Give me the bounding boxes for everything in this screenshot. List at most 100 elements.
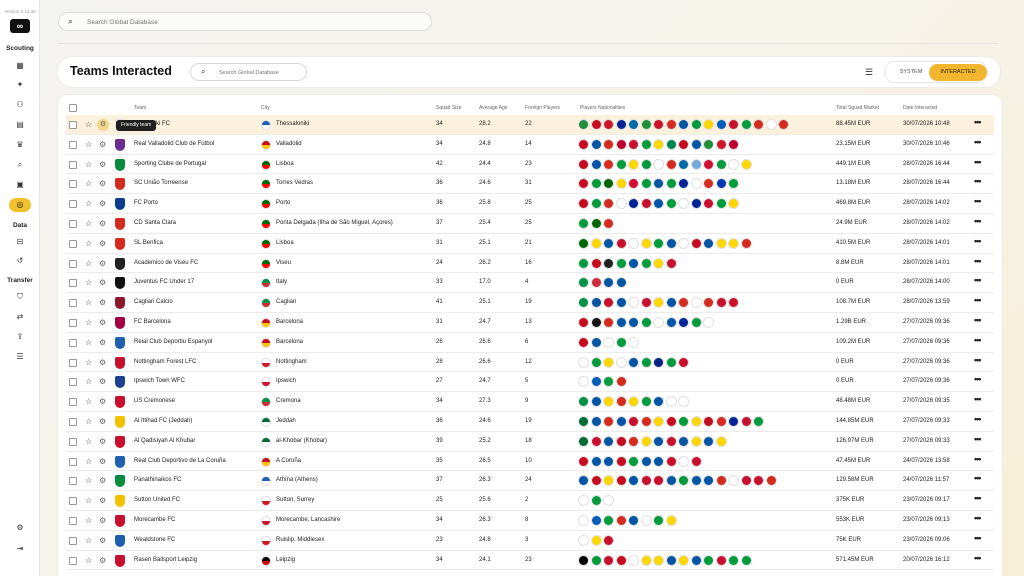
- friendly-icon[interactable]: ⚙: [99, 239, 106, 248]
- toggle-interacted[interactable]: INTERACTED: [929, 64, 987, 81]
- team-name[interactable]: Nottingham Forest LFC: [134, 359, 196, 365]
- teams-icon[interactable]: ◎: [9, 198, 31, 212]
- more-options-icon[interactable]: •••: [974, 176, 982, 186]
- friendly-icon[interactable]: ⚙: [99, 160, 106, 169]
- row-checkbox[interactable]: [69, 299, 77, 308]
- star-icon[interactable]: ☆: [85, 278, 92, 287]
- table-row[interactable]: ☆ ⚙ Wealdstone FC Ruislip, Middlesex 23 24.8 3…: [66, 531, 994, 551]
- toggle-system[interactable]: SYSTEM: [891, 65, 931, 80]
- friendly-icon[interactable]: ⚙: [99, 457, 106, 466]
- table-row[interactable]: ☆ ⚙ SC União Torreense Torres Vedras 36 24.6 3…: [66, 174, 994, 195]
- table-row[interactable]: ☆⚙essaloniki FCThessaloniki3428.22288.45…: [66, 115, 994, 135]
- team-name[interactable]: Al Qadisiyah Al Khubar: [134, 438, 195, 444]
- table-row[interactable]: ☆ ⚙ Real Club Deportivo de La Coruña A Coru…: [66, 452, 994, 472]
- table-row[interactable]: ☆ ⚙ Sporting Clube de Portugal Lisboa 42 24.4…: [66, 155, 994, 175]
- star-icon[interactable]: ☆: [85, 358, 92, 367]
- friendly-icon[interactable]: ⚙: [99, 556, 106, 565]
- header-search-input[interactable]: [219, 67, 303, 78]
- row-checkbox[interactable]: [69, 140, 77, 149]
- calendar-icon[interactable]: ▣: [9, 178, 31, 192]
- team-name[interactable]: Juventus FC Under 17: [134, 279, 194, 285]
- col-team[interactable]: Team: [134, 105, 146, 111]
- more-options-icon[interactable]: •••: [974, 196, 982, 206]
- star-icon[interactable]: ☆: [85, 496, 92, 505]
- team-name[interactable]: Wealdstone FC: [134, 537, 175, 543]
- star-icon[interactable]: ☆: [85, 199, 92, 208]
- star-icon[interactable]: ☆: [85, 120, 92, 129]
- logout-icon[interactable]: ⇥: [9, 542, 31, 556]
- star-icon[interactable]: ☆: [85, 536, 92, 545]
- more-options-icon[interactable]: •••: [974, 157, 982, 167]
- star-icon[interactable]: ☆: [85, 377, 92, 386]
- database-icon[interactable]: ⊟: [9, 235, 31, 249]
- friendly-icon[interactable]: ⚙: [99, 358, 106, 367]
- star-icon[interactable]: ☆: [85, 298, 92, 307]
- row-checkbox[interactable]: [69, 239, 77, 248]
- table-row[interactable]: ☆ ⚙ Rasen Ballsport Leipzig Leipzig 34 24.1 23…: [66, 551, 994, 571]
- friendly-icon[interactable]: ⚙: [99, 536, 106, 545]
- row-checkbox[interactable]: [69, 556, 77, 565]
- team-name[interactable]: Rasen Ballsport Leipzig: [134, 557, 197, 563]
- notes-icon[interactable]: ☰: [9, 350, 31, 364]
- star-icon[interactable]: ☆: [85, 437, 92, 446]
- app-logo[interactable]: ∞: [10, 19, 30, 33]
- more-options-icon[interactable]: •••: [974, 137, 982, 147]
- team-name[interactable]: Reial Club Deportiu Espanyol: [134, 339, 212, 345]
- table-row[interactable]: ☆ ⚙ Reial Club Deportiu Espanyol Barcelona 2…: [66, 333, 994, 353]
- history-icon[interactable]: ↺: [9, 254, 31, 268]
- row-checkbox[interactable]: [69, 497, 77, 506]
- more-options-icon[interactable]: •••: [974, 434, 982, 444]
- row-checkbox[interactable]: [69, 437, 77, 446]
- star-icon[interactable]: ☆: [85, 318, 92, 327]
- more-options-icon[interactable]: •••: [974, 493, 982, 503]
- users-icon[interactable]: ⚇: [9, 98, 31, 112]
- team-name[interactable]: Panathinaikos FC: [134, 477, 181, 483]
- star-icon[interactable]: ☆: [85, 140, 92, 149]
- table-row[interactable]: ☆ ⚙ Al Qadisiyah Al Khubar al-Khobar (Khoba…: [66, 432, 994, 452]
- star-icon[interactable]: ☆: [85, 556, 92, 565]
- team-name[interactable]: Sporting Clube de Portugal: [134, 161, 206, 167]
- friendly-icon[interactable]: ⚙: [99, 496, 106, 505]
- row-checkbox[interactable]: [69, 180, 77, 189]
- team-name[interactable]: SL Benfica: [134, 240, 163, 246]
- row-checkbox[interactable]: [69, 220, 77, 228]
- report-icon[interactable]: ▤: [9, 118, 31, 132]
- search-scout-icon[interactable]: ⌕: [9, 158, 31, 172]
- col-market[interactable]: Total Squad Market: [836, 105, 879, 111]
- team-name[interactable]: SC União Torreense: [134, 180, 188, 186]
- trophy-icon[interactable]: ♛: [9, 138, 31, 152]
- friendly-icon[interactable]: ⚙: [99, 199, 106, 208]
- global-search-bar[interactable]: ⌕: [58, 12, 432, 31]
- more-options-icon[interactable]: •••: [974, 256, 982, 266]
- settings-sliders-icon[interactable]: ⚙: [9, 521, 31, 535]
- star-icon[interactable]: ☆: [85, 476, 92, 485]
- star-icon[interactable]: ☆: [85, 160, 92, 169]
- friendly-icon[interactable]: ⚙: [99, 259, 106, 268]
- more-options-icon[interactable]: •••: [974, 473, 982, 483]
- player-icon[interactable]: ✦: [9, 78, 31, 92]
- star-icon[interactable]: ☆: [85, 179, 92, 188]
- team-name[interactable]: FC Porto: [134, 200, 158, 206]
- row-checkbox[interactable]: [69, 378, 77, 387]
- row-checkbox[interactable]: [69, 259, 77, 268]
- team-name[interactable]: Sutton United FC: [134, 497, 180, 503]
- friendly-icon[interactable]: ⚙: [99, 318, 106, 327]
- table-row[interactable]: ☆ ⚙ Al Ittihad FC (Jeddah) Jeddah 36 24.6 19 14…: [66, 412, 994, 432]
- more-options-icon[interactable]: •••: [974, 117, 982, 127]
- header-search-bar[interactable]: ⌕: [190, 63, 307, 81]
- table-row[interactable]: ☆ ⚙ Academico de Viseu FC Viseu 24 26.2 16 8.8M…: [66, 254, 994, 274]
- table-row[interactable]: ☆ ⚙ Nottingham Forest LFC Nottingham 28 26.6 1…: [66, 353, 994, 373]
- friendly-icon[interactable]: ⚙: [99, 476, 106, 485]
- friendly-icon[interactable]: ⚙: [99, 219, 106, 228]
- row-checkbox[interactable]: [69, 279, 77, 288]
- team-name[interactable]: Ipswich Town WFC: [134, 378, 185, 384]
- team-name[interactable]: Real Club Deportivo de La Coruña: [134, 458, 226, 464]
- more-options-icon[interactable]: •••: [974, 394, 982, 404]
- select-all-checkbox[interactable]: [69, 104, 77, 112]
- table-row[interactable]: ☆ ⚙ Real Valladolid Club de Fútbol Valladol…: [66, 135, 994, 155]
- row-checkbox[interactable]: [69, 319, 77, 327]
- friendly-icon[interactable]: ⚙: [99, 298, 106, 307]
- more-options-icon[interactable]: •••: [974, 236, 982, 246]
- row-checkbox[interactable]: [69, 121, 77, 129]
- more-options-icon[interactable]: •••: [974, 216, 982, 226]
